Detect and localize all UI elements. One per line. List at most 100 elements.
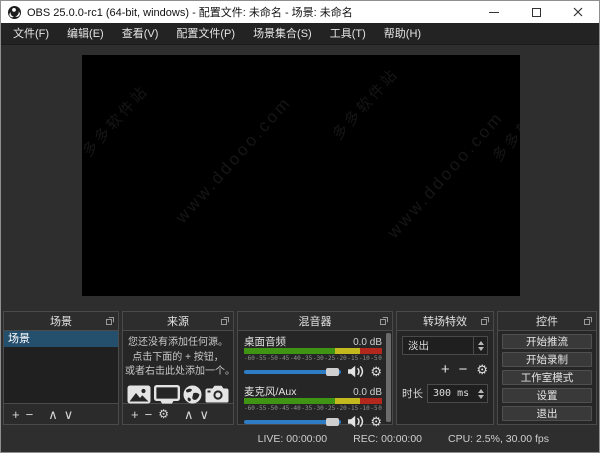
- meter-tick-label: -35: [301, 355, 313, 362]
- watermark: www.ddooo.com: [383, 107, 508, 242]
- minimize-icon: [489, 11, 499, 13]
- transition-properties-gear-icon[interactable]: ⚙: [476, 363, 488, 376]
- watermark: www.ddooo.com: [171, 92, 296, 227]
- close-button[interactable]: [557, 1, 599, 23]
- controls-body: 开始推流 开始录制 工作室模式 设置 退出: [498, 331, 596, 424]
- meter-tick-label: -15: [347, 355, 359, 362]
- channel-name: 麦克风/Aux: [244, 386, 297, 398]
- meter-tick-label: 0: [378, 355, 382, 362]
- camera-icon: [205, 385, 229, 403]
- meter-tick-label: -55: [255, 355, 267, 362]
- scene-up-button[interactable]: ∧: [45, 408, 61, 421]
- spinbox-arrows-icon[interactable]: [474, 385, 487, 402]
- duration-label: 时长: [402, 388, 423, 400]
- mixer-channel-desktop-audio: 桌面音频 0.0 dB -60 -55 -50 -45 -40 -35 -30 -25 -20-…: [244, 334, 382, 378]
- dock-float-icon: [481, 317, 489, 325]
- scene-list: 场景: [4, 331, 118, 403]
- exit-button[interactable]: 退出: [502, 406, 592, 421]
- combobox-chevrons-icon: [473, 337, 487, 354]
- speaker-icon[interactable]: [347, 365, 364, 378]
- menu-item-file[interactable]: 文件(F): [4, 23, 58, 45]
- globe-icon: [183, 385, 202, 403]
- minimize-button[interactable]: [473, 1, 515, 23]
- window-title: OBS 25.0.0-rc1 (64-bit, windows) - 配置文件:…: [27, 7, 353, 19]
- start-recording-button[interactable]: 开始录制: [502, 352, 592, 367]
- meter-tick-label: -45: [278, 355, 290, 362]
- maximize-button[interactable]: [515, 1, 557, 23]
- scenes-toolbar: + − ∧ ∨: [4, 403, 118, 424]
- status-bar: LIVE: 00:00:00 REC: 00:00:00 CPU: 2.5%, …: [1, 425, 599, 452]
- volume-slider-handle[interactable]: [325, 417, 339, 426]
- meter-tick-label: -30: [312, 405, 324, 412]
- sources-panel-header: 来源: [123, 312, 233, 331]
- mixer-channel-mic-aux: 麦克风/Aux 0.0 dB -60 -55 -50 -45 -40 -35 -30 -25-…: [244, 384, 382, 428]
- dock-float-icon: [584, 317, 592, 325]
- transitions-panel-title: 转场特效: [423, 316, 467, 328]
- channel-name: 桌面音频: [244, 336, 286, 348]
- channel-level-db: 0.0 dB: [353, 387, 382, 398]
- duration-spinbox[interactable]: 300 ms: [427, 384, 488, 403]
- transition-select[interactable]: 淡出: [402, 336, 488, 355]
- meter-tick-label: -45: [278, 405, 290, 412]
- scene-list-item[interactable]: 场景: [4, 331, 118, 347]
- remove-scene-button[interactable]: −: [23, 408, 37, 421]
- volume-slider[interactable]: [244, 417, 342, 426]
- meter-tick-label: -10: [358, 405, 370, 412]
- menu-item-scene-collection[interactable]: 场景集合(S): [244, 23, 321, 45]
- dock-area: 场景 场景 + − ∧ ∨ 来源 您还没有添加任何源。 点击下面的 + 按钮， …: [1, 311, 599, 428]
- meter-tick-label: 0: [378, 405, 382, 412]
- add-scene-button[interactable]: +: [9, 408, 23, 421]
- meter-tick-label: -55: [255, 405, 267, 412]
- mixer-scrollbar[interactable]: [386, 333, 391, 422]
- obs-logo-icon: [8, 5, 21, 19]
- meter-tick-label: -30: [312, 355, 324, 362]
- volume-slider[interactable]: [244, 367, 342, 376]
- sources-toolbar: + − ⚙ ∧ ∨: [123, 403, 233, 424]
- sources-panel: 来源 您还没有添加任何源。 点击下面的 + 按钮， 或者右击此处添加一个。 + …: [122, 311, 235, 425]
- settings-button[interactable]: 设置: [502, 388, 592, 403]
- transitions-body: 淡出 + − ⚙ 时长 300 ms: [397, 331, 493, 424]
- menu-item-view[interactable]: 查看(V): [113, 23, 168, 45]
- title-bar: OBS 25.0.0-rc1 (64-bit, windows) - 配置文件:…: [1, 1, 599, 23]
- mixer-body: 桌面音频 0.0 dB -60 -55 -50 -45 -40 -35 -30 -25 -20-…: [238, 331, 392, 428]
- sources-panel-title: 来源: [167, 316, 189, 328]
- start-streaming-button[interactable]: 开始推流: [502, 334, 592, 349]
- controls-panel-header: 控件: [498, 312, 596, 331]
- channel-settings-gear-icon[interactable]: ⚙: [370, 415, 382, 428]
- transitions-panel: 转场特效 淡出 + − ⚙ 时长 300 ms: [396, 311, 494, 425]
- mixer-scrollbar-thumb[interactable]: [386, 333, 391, 422]
- sources-empty-text: 点击下面的 + 按钮，: [132, 351, 224, 363]
- scenes-panel: 场景 场景 + − ∧ ∨: [3, 311, 119, 425]
- add-source-button[interactable]: +: [128, 408, 142, 421]
- meter-tick-label: -20: [335, 355, 347, 362]
- remove-source-button[interactable]: −: [142, 408, 156, 421]
- speaker-icon[interactable]: [347, 415, 364, 428]
- source-down-button[interactable]: ∨: [196, 408, 212, 421]
- source-properties-button[interactable]: ⚙: [155, 408, 172, 420]
- image-icon: [127, 385, 151, 403]
- scenes-panel-header: 场景: [4, 312, 118, 331]
- meter-tick-label: -50: [266, 355, 278, 362]
- preview-canvas[interactable]: 多多软件站 www.ddooo.com 多多软件站 www.ddooo.com …: [82, 55, 520, 296]
- add-transition-button[interactable]: +: [441, 362, 450, 377]
- watermark: 多多软件站: [82, 82, 153, 161]
- source-up-button[interactable]: ∧: [181, 408, 197, 421]
- volume-slider-handle[interactable]: [325, 367, 339, 376]
- studio-mode-button[interactable]: 工作室模式: [502, 370, 592, 385]
- menu-item-profile[interactable]: 配置文件(P): [167, 23, 244, 45]
- transitions-panel-header: 转场特效: [397, 312, 493, 331]
- close-icon: [573, 7, 583, 17]
- status-cpu-fps: CPU: 2.5%, 30.00 fps: [448, 432, 549, 445]
- scene-down-button[interactable]: ∨: [61, 408, 77, 421]
- menu-item-help[interactable]: 帮助(H): [375, 23, 430, 45]
- status-rec: REC: 00:00:00: [353, 432, 423, 445]
- sources-empty-state[interactable]: 您还没有添加任何源。 点击下面的 + 按钮， 或者右击此处添加一个。: [123, 331, 235, 404]
- meter-scale: -60 -55 -50 -45 -40 -35 -30 -25 -20 -15 -10 -5 0: [244, 405, 382, 412]
- channel-settings-gear-icon[interactable]: ⚙: [370, 365, 382, 378]
- remove-transition-button[interactable]: −: [459, 362, 468, 377]
- menu-item-tools[interactable]: 工具(T): [321, 23, 375, 45]
- dock-float-icon: [221, 317, 229, 325]
- meter-tick-label: -5: [370, 355, 378, 362]
- menu-item-edit[interactable]: 编辑(E): [58, 23, 113, 45]
- meter-tick-label: -60: [244, 355, 255, 362]
